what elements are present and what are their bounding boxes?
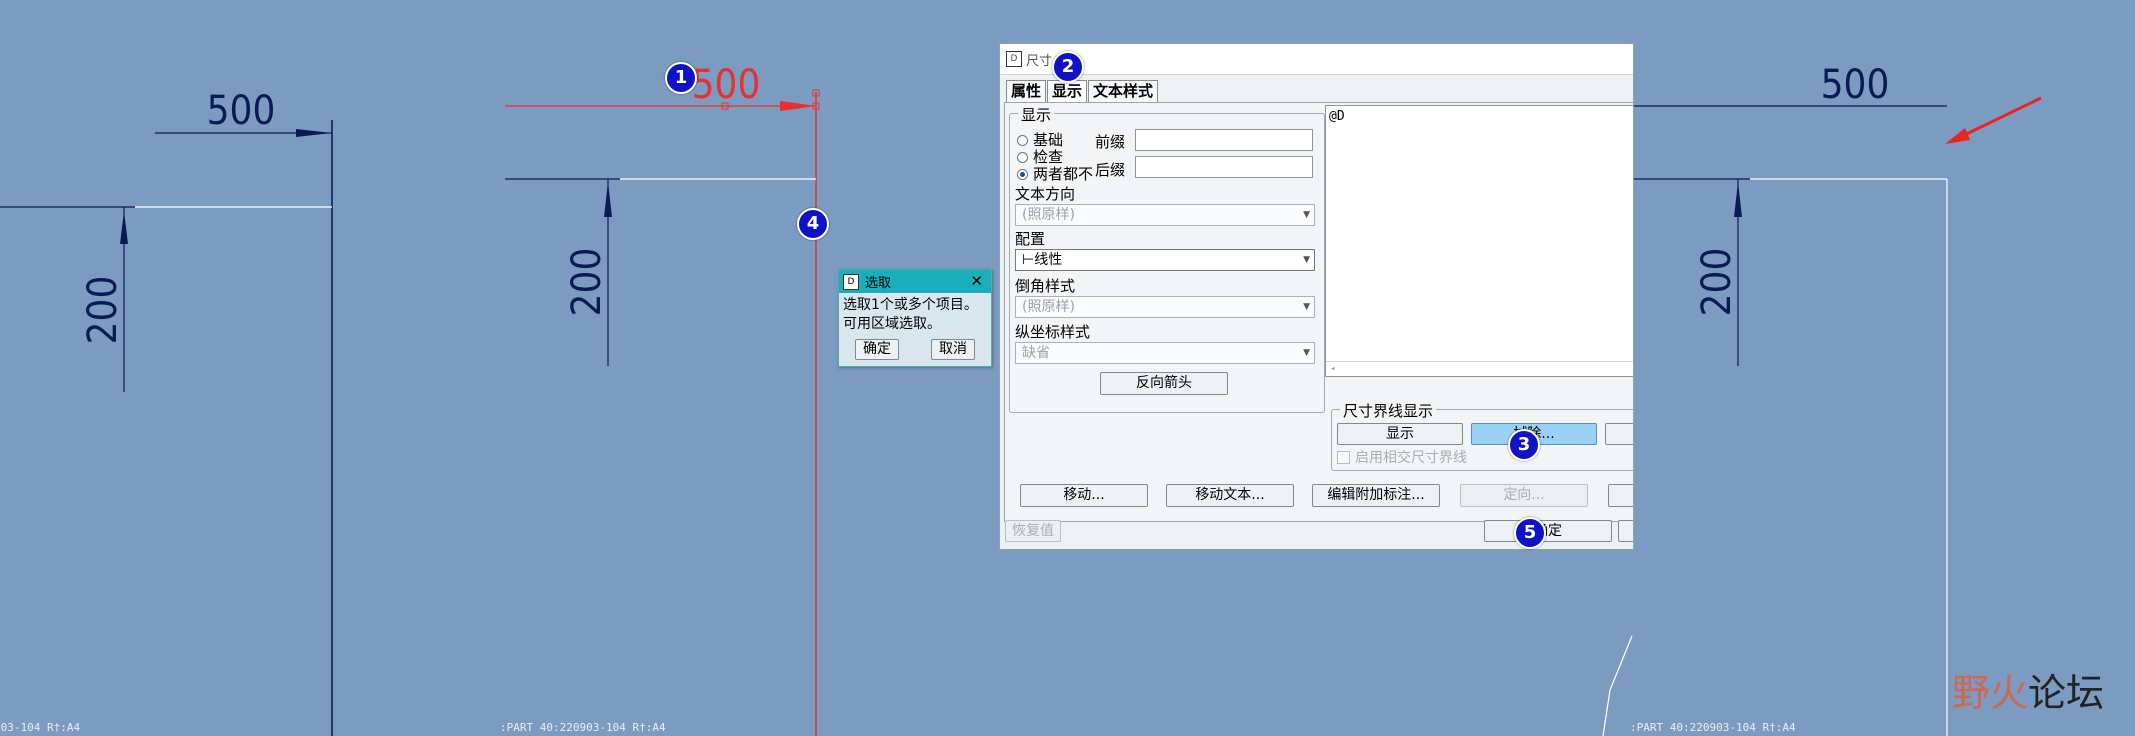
ok-button[interactable]: 确定 (1484, 520, 1612, 542)
step-badge-2: 2 (1052, 51, 1084, 83)
dialog-app-icon: D (843, 273, 859, 290)
flip-arrows-button[interactable]: 反向箭头 (1100, 372, 1228, 395)
radio-neither-label: 两者都不 (1033, 165, 1094, 183)
dimension-text-value: @D (1329, 109, 1345, 124)
dimension-dialog-titlebar[interactable]: D 尺寸 (1000, 44, 1633, 75)
select-dialog-line2: 可用区域选取。 (843, 316, 941, 332)
display-group-legend: 显示 (1018, 104, 1055, 125)
display-panel: 显示 基础 检查 两者都不 前缀 后缀 文本方向 (照原样) ▼ 配置 ⊢线性 ▼ … (1004, 102, 1633, 522)
extension-line-group-legend: 尺寸界线显示 (1340, 400, 1437, 421)
suffix-label: 后缀 (1095, 161, 1126, 179)
watermark-part-a: 野火 (1952, 671, 2029, 715)
title-strip-left: 903-104 R†:A4 (0, 721, 80, 734)
dimension-text-area[interactable]: @D ◂ (1325, 105, 1633, 377)
tab-properties[interactable]: 属性 (1006, 80, 1047, 102)
restore-values-button[interactable]: 恢复值 (1005, 520, 1061, 542)
step-badge-5: 5 (1514, 517, 1546, 549)
middle-dim-h-text: 500 (692, 62, 761, 108)
intersect-checkbox-label: 启用相交尺寸界线 (1355, 450, 1467, 466)
chevron-down-icon: ▼ (1303, 302, 1310, 312)
intersect-checkbox[interactable] (1337, 451, 1350, 464)
text-direction-label: 文本方向 (1015, 185, 1076, 203)
chevron-down-icon: ▼ (1303, 255, 1310, 265)
select-dialog-line1: 选取1个或多个项目。 (843, 297, 978, 313)
select-dialog-titlebar[interactable]: D 选取 (839, 270, 991, 293)
suffix-input[interactable] (1135, 156, 1313, 178)
select-cancel-button[interactable]: 取消 (931, 339, 975, 360)
tab-text-style[interactable]: 文本样式 (1088, 80, 1159, 102)
radio-basic[interactable] (1017, 135, 1028, 146)
cancel-button-partial[interactable] (1618, 520, 1633, 542)
radio-check[interactable] (1017, 152, 1028, 163)
prefix-input[interactable] (1135, 129, 1313, 151)
middle-dim-v-text: 200 (564, 248, 610, 317)
select-ok-button[interactable]: 确定 (855, 339, 899, 360)
right-dim-v-text: 200 (1694, 248, 1740, 317)
radio-neither[interactable] (1017, 169, 1028, 180)
watermark-part-b: 论坛 (2028, 671, 2105, 715)
left-dim-v-text: 200 (80, 276, 126, 345)
show-extension-button[interactable]: 显示 (1337, 423, 1463, 445)
prefix-label: 前缀 (1095, 133, 1126, 151)
edit-attachment-button[interactable]: 编辑附加标注... (1312, 484, 1440, 507)
chevron-down-icon: ▼ (1303, 210, 1310, 220)
ordinate-style-label: 纵坐标样式 (1015, 323, 1091, 341)
dialog-app-icon: D (1006, 51, 1022, 67)
move-button[interactable]: 移动... (1020, 484, 1148, 507)
middle-view: 500 200 (505, 62, 820, 736)
title-strip-right: :PART 40:220903-104 R†:A4 (1630, 721, 1796, 734)
select-dialog-title: 选取 (865, 276, 892, 291)
chamfer-style-select[interactable]: (照原样) ▼ (1015, 296, 1315, 318)
step-badge-3: 3 (1508, 429, 1540, 461)
dimension-dialog: D 尺寸 属性 显示 文本样式 显示 基础 检查 两者都不 前缀 后缀 文本方向… (999, 43, 1634, 550)
dimension-dialog-title: 尺寸 (1026, 53, 1053, 69)
left-view: 500 200 (0, 88, 333, 736)
chevron-down-icon: ▼ (1303, 348, 1310, 358)
move-text-button[interactable]: 移动文本... (1166, 484, 1294, 507)
config-label: 配置 (1015, 230, 1046, 248)
ordinate-style-select[interactable]: 缺省 ▼ (1015, 342, 1315, 364)
tab-display[interactable]: 显示 (1047, 80, 1088, 102)
step-badge-1: 1 (665, 62, 697, 94)
text-direction-select[interactable]: (照原样) ▼ (1015, 204, 1315, 226)
tab-bar: 属性 显示 文本样式 (1006, 80, 1159, 102)
config-select[interactable]: ⊢线性 ▼ (1015, 249, 1315, 271)
annotation-arrow (1945, 96, 2042, 144)
left-dim-h-text: 500 (207, 88, 276, 134)
title-strip-middle: :PART 40:220903-104 R†:A4 (500, 721, 666, 734)
extension-extra-button[interactable] (1605, 423, 1633, 445)
chamfer-style-label: 倒角样式 (1015, 277, 1076, 295)
scroll-left-icon[interactable]: ◂ (1330, 364, 1335, 374)
close-icon[interactable]: ✕ (970, 272, 983, 290)
step-badge-4: 4 (797, 208, 829, 240)
orient-button[interactable]: 定向... (1460, 484, 1588, 507)
select-dialog: D 选取 ✕ 选取1个或多个项目。 可用区域选取。 确定 取消 (838, 269, 992, 367)
forum-watermark: 野火论坛 (1952, 662, 2104, 717)
right-dim-h-text: 500 (1821, 62, 1890, 108)
right-view: 500 200 (1602, 62, 1948, 736)
extra-bottom-button[interactable] (1608, 484, 1633, 507)
